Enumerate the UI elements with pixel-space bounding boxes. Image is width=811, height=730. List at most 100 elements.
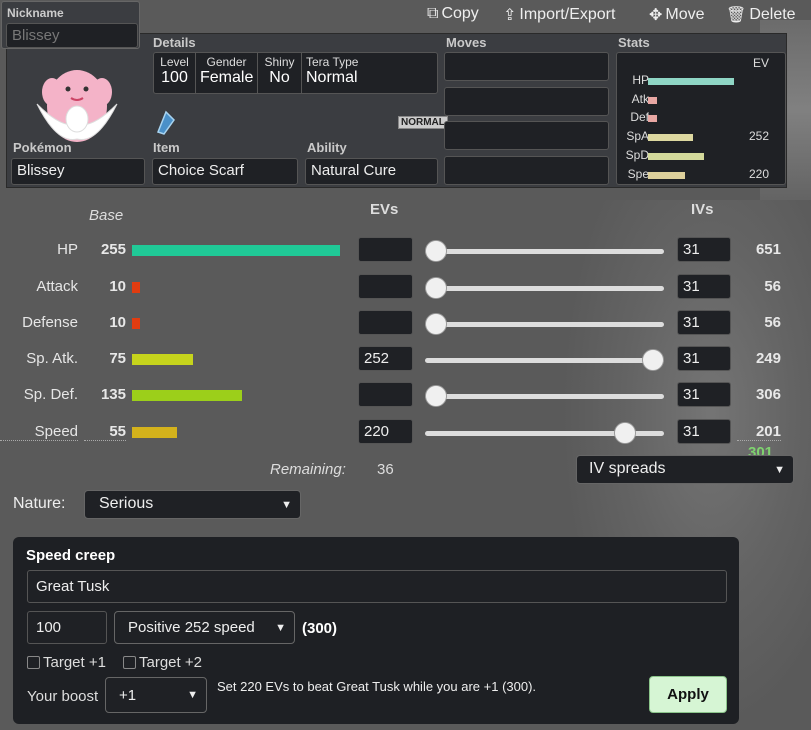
ev-input[interactable] xyxy=(358,274,413,299)
stat-total[interactable]: 201 xyxy=(737,423,781,441)
mini-stat-name: SpD xyxy=(625,148,649,162)
import-export-button[interactable]: ⇪ Import/Export xyxy=(503,5,615,25)
mini-stat-bar xyxy=(648,153,704,160)
your-boost-select[interactable]: +1 ▼ xyxy=(105,677,207,713)
speed-creep-message: Set 220 EVs to beat Great Tusk while you… xyxy=(217,679,537,694)
ev-slider[interactable] xyxy=(425,249,664,254)
delete-button[interactable]: 🗑 Delete xyxy=(726,5,796,25)
stat-base-bar xyxy=(132,318,140,329)
target-plus2-checkbox[interactable] xyxy=(123,656,136,669)
your-boost-value: +1 xyxy=(119,687,137,704)
copy-button[interactable]: ⧉ Copy xyxy=(427,5,479,23)
stat-base: 55 xyxy=(84,423,126,441)
ev-input[interactable] xyxy=(358,310,413,335)
target-plus1-option[interactable]: Target +1 xyxy=(27,654,106,671)
shiny-cell[interactable]: Shiny No xyxy=(258,53,302,93)
apply-button[interactable]: Apply xyxy=(649,676,727,713)
ev-slider-thumb[interactable] xyxy=(425,385,447,407)
mini-stat-ev: 220 xyxy=(748,167,769,181)
preset-stat-value: (300) xyxy=(302,620,338,637)
mini-row-spa: SpA 252 xyxy=(617,129,787,147)
stat-base-bar xyxy=(132,390,242,401)
target-level-input[interactable]: 100 xyxy=(27,611,107,644)
stat-name: Defense xyxy=(22,314,78,331)
target-pokemon-input[interactable]: Great Tusk xyxy=(27,570,727,603)
base-header: Base xyxy=(89,207,124,224)
speed-preset-select[interactable]: Positive 252 speed ▼ xyxy=(114,611,295,644)
move-button[interactable]: ✥ Move xyxy=(649,5,705,25)
nature-select[interactable]: Serious ▼ xyxy=(84,490,301,519)
stat-total: 651 xyxy=(755,241,781,258)
ev-input[interactable]: 252 xyxy=(358,346,413,371)
chevron-down-icon: ▼ xyxy=(774,463,785,476)
iv-spreads-select[interactable]: IV spreads ▼ xyxy=(576,455,794,484)
iv-input[interactable]: 31 xyxy=(677,419,731,444)
ev-slider-thumb[interactable] xyxy=(425,277,447,299)
pokemon-sprite xyxy=(36,70,118,142)
ability-input[interactable]: Natural Cure xyxy=(305,158,438,185)
tera-type-cell[interactable]: Tera Type Normal xyxy=(302,53,437,93)
ev-input[interactable]: 220 xyxy=(358,419,413,444)
stat-base: 10 xyxy=(109,314,126,331)
ev-slider[interactable] xyxy=(425,286,664,291)
ev-slider[interactable] xyxy=(425,394,664,399)
stat-name: Sp. Def. xyxy=(23,386,78,403)
stat-total: 56 xyxy=(764,314,781,331)
chevron-down-icon: ▼ xyxy=(281,498,292,511)
stat-total: 56 xyxy=(764,278,781,295)
move-1-input[interactable] xyxy=(444,52,609,81)
delete-label: Delete xyxy=(749,6,796,23)
shiny-value: No xyxy=(269,69,290,86)
upload-icon: ⇪ xyxy=(503,7,517,24)
stat-name[interactable]: Speed xyxy=(0,423,78,441)
details-box[interactable]: Level 100 Gender Female Shiny No Tera Ty… xyxy=(153,52,438,94)
gender-value: Female xyxy=(200,69,254,86)
stat-name: HP xyxy=(57,241,78,258)
iv-input[interactable]: 31 xyxy=(677,310,731,335)
iv-input[interactable]: 31 xyxy=(677,237,731,262)
level-cell[interactable]: Level 100 xyxy=(154,53,196,93)
target-plus1-label: Target +1 xyxy=(43,654,106,671)
ev-input[interactable] xyxy=(358,382,413,407)
move-4-input[interactable] xyxy=(444,156,609,185)
stat-base: 10 xyxy=(109,278,126,295)
target-plus2-label: Target +2 xyxy=(139,654,202,671)
ev-slider-thumb[interactable] xyxy=(425,313,447,335)
ev-header: EV xyxy=(753,56,770,70)
iv-input[interactable]: 31 xyxy=(677,382,731,407)
stat-row-defense: Defense 10 31 56 xyxy=(0,308,811,338)
mini-stat-ev: 252 xyxy=(748,129,769,143)
move-label: Move xyxy=(665,6,705,23)
stat-table: HP 255 31 651 Attack 10 31 56 Defense 10… xyxy=(0,235,811,444)
ev-slider-thumb[interactable] xyxy=(642,349,664,371)
pokemon-input[interactable]: Blissey xyxy=(11,158,145,185)
ev-slider-thumb[interactable] xyxy=(425,240,447,262)
mini-row-def: Def xyxy=(617,110,787,128)
stat-base: 135 xyxy=(100,386,126,403)
target-plus2-option[interactable]: Target +2 xyxy=(123,654,202,671)
ev-input[interactable] xyxy=(358,237,413,262)
tera-type-icon xyxy=(157,110,175,135)
evs-header: EVs xyxy=(370,201,399,218)
nature-label: Nature: xyxy=(13,495,66,512)
move-3-input[interactable] xyxy=(444,121,609,150)
level-header: Level xyxy=(160,55,189,69)
target-plus1-checkbox[interactable] xyxy=(27,656,40,669)
speed-preset-value: Positive 252 speed xyxy=(128,619,255,636)
mini-stat-bar xyxy=(648,172,685,179)
ev-slider-thumb[interactable] xyxy=(614,422,636,444)
ev-slider[interactable] xyxy=(425,322,664,327)
iv-input[interactable]: 31 xyxy=(677,274,731,299)
trash-icon: 🗑 xyxy=(726,7,747,24)
item-input[interactable]: Choice Scarf xyxy=(152,158,298,185)
move-2-input[interactable] xyxy=(444,87,609,116)
stat-row-sp-atk: Sp. Atk. 75 252 31 249 xyxy=(0,344,811,374)
stat-row-attack: Attack 10 31 56 xyxy=(0,272,811,302)
remaining-value: 36 xyxy=(377,461,394,478)
gender-cell[interactable]: Gender Female xyxy=(196,53,258,93)
mini-stat-bar xyxy=(648,115,657,122)
iv-input[interactable]: 31 xyxy=(677,346,731,371)
ev-slider[interactable] xyxy=(425,358,664,363)
stats-summary[interactable]: EV HP Atk Def SpA 252 SpD Spe 220 xyxy=(616,52,786,185)
copy-label: Copy xyxy=(441,5,479,22)
